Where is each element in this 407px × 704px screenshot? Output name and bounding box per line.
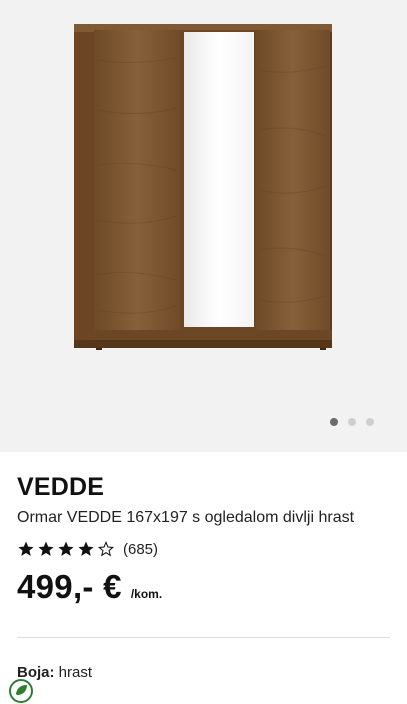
- color-value: hrast: [58, 664, 93, 681]
- product-price: 499,- € /kom.: [17, 568, 162, 606]
- product-rating[interactable]: (685): [17, 540, 158, 558]
- eco-leaf-icon: [9, 679, 33, 703]
- wardrobe-image: [74, 24, 332, 350]
- review-count[interactable]: (685): [123, 541, 158, 558]
- gallery-pagination[interactable]: [330, 418, 374, 426]
- divider: [17, 637, 390, 638]
- product-gallery[interactable]: [0, 0, 407, 452]
- gallery-dot-3[interactable]: [366, 418, 374, 426]
- price-unit: /kom.: [130, 587, 163, 601]
- star-icon: [58, 541, 74, 556]
- price-value: 499,- €: [17, 568, 122, 605]
- gallery-dot-1[interactable]: [330, 418, 338, 426]
- star-icon: [18, 541, 34, 556]
- star-outline-icon: [97, 541, 115, 557]
- gallery-dot-2[interactable]: [348, 418, 356, 426]
- product-brand: VEDDE: [17, 473, 105, 501]
- product-subtitle: Ormar VEDDE 167x197 s ogledalom divlji h…: [17, 509, 355, 526]
- star-icon: [78, 541, 94, 556]
- star-icon: [38, 541, 54, 556]
